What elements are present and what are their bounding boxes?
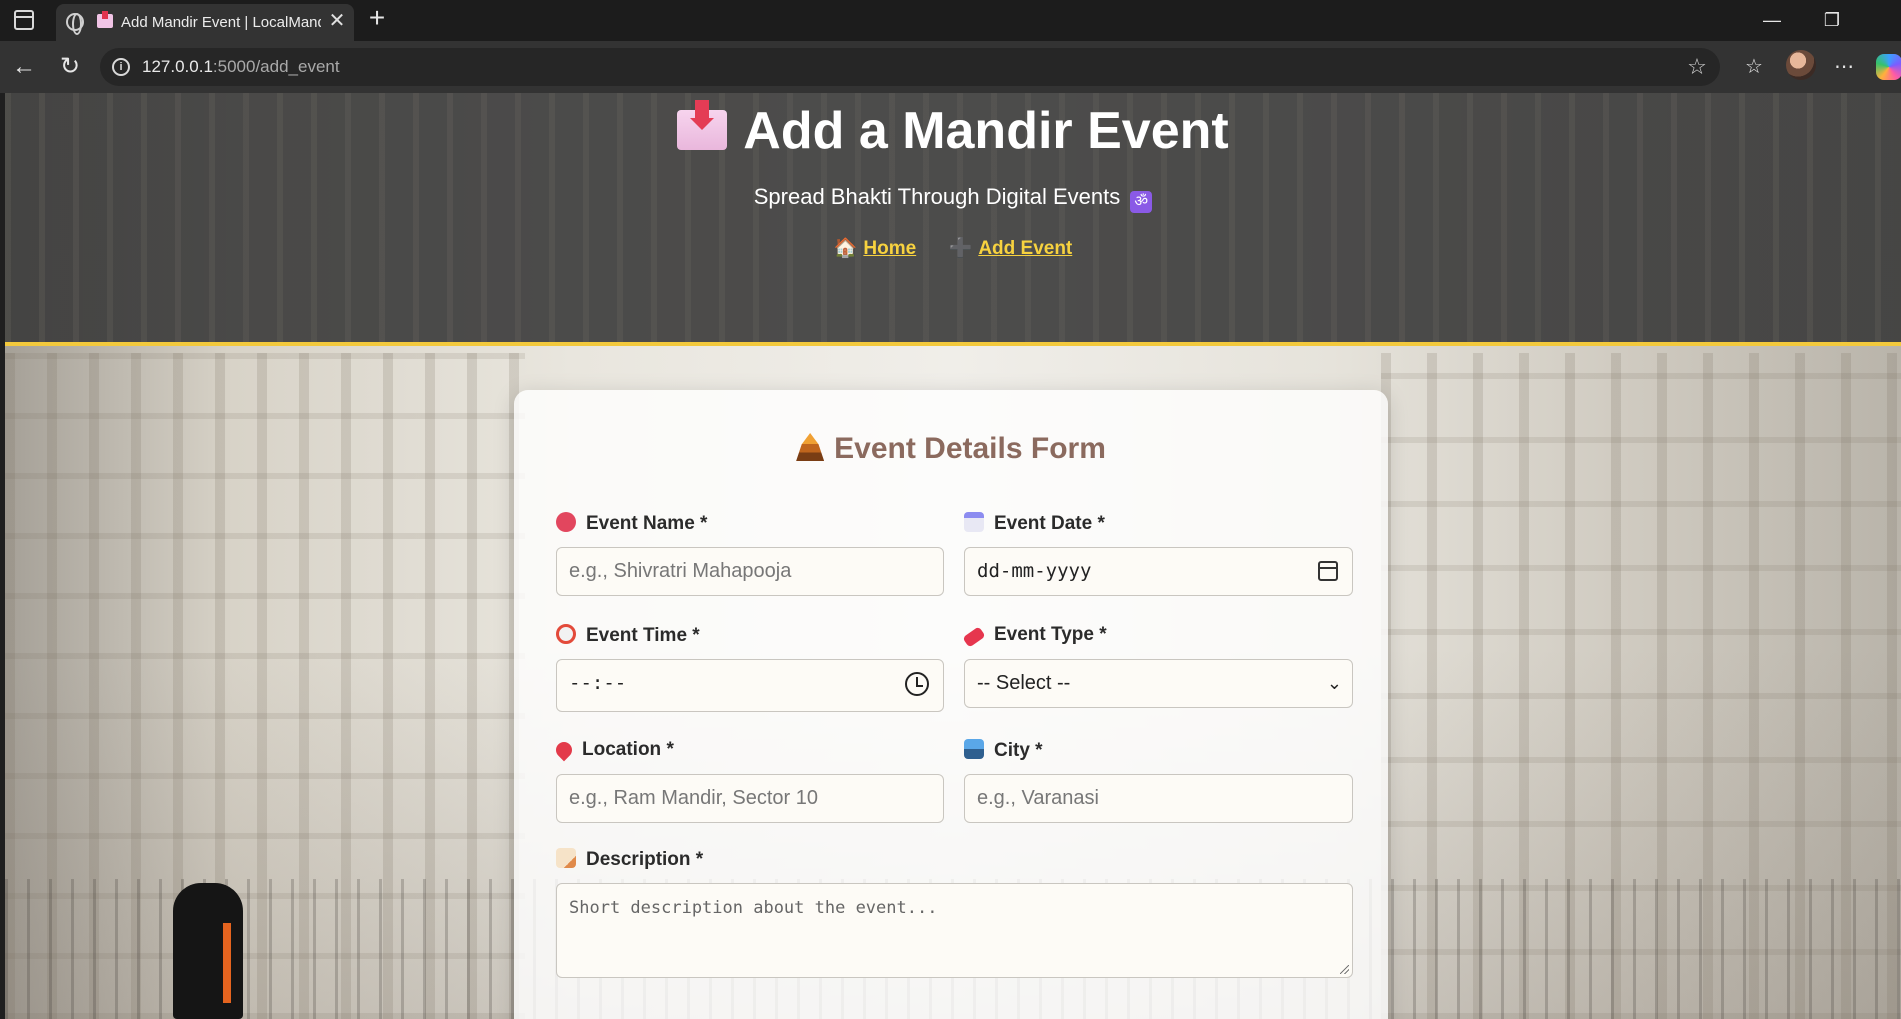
event-type-select[interactable]: -- Select -- ⌄ — [964, 659, 1353, 708]
sidebar-toggle-icon[interactable] — [14, 10, 34, 30]
description-label-text: Description * — [586, 849, 704, 870]
plus-icon: ➕ — [948, 238, 973, 259]
city-label-text: City * — [994, 740, 1043, 761]
browser-tab[interactable]: Add Mandir Event | LocalMandir ✕ — [56, 4, 354, 41]
tab-title: Add Mandir Event | LocalMandir — [121, 14, 321, 31]
url-text[interactable]: 127.0.0.1:5000/add_event — [142, 57, 340, 77]
chevron-down-icon: ⌄ — [1326, 673, 1342, 693]
favicon-icon — [97, 11, 113, 28]
event-date-input[interactable]: dd-mm-yyyy — [964, 547, 1353, 596]
globe-icon — [66, 13, 84, 35]
event-type-label: Event Type * — [962, 624, 1107, 648]
calendar-icon — [964, 512, 984, 532]
page-viewport: Add a Mandir Event Spread Bhakti Through… — [5, 93, 1901, 1019]
star-icon[interactable]: ☆ — [1684, 54, 1710, 80]
event-name-label: Event Name * — [556, 512, 707, 535]
favorites-icon[interactable]: ☆ — [1740, 53, 1768, 81]
city-placeholder: e.g., Varanasi — [977, 787, 1099, 809]
background-person — [173, 883, 243, 1019]
reload-icon[interactable]: ↻ — [56, 53, 84, 81]
temple-icon — [796, 433, 825, 461]
event-name-label-text: Event Name * — [586, 513, 708, 534]
location-label-text: Location * — [582, 739, 674, 760]
close-tab-button[interactable]: ✕ — [326, 10, 348, 32]
address-bar: ← ↻ i 127.0.0.1:5000/add_event ☆ ☆ ⋯ — [0, 41, 1901, 93]
event-date-label: Event Date * — [964, 512, 1105, 535]
minimize-icon[interactable]: — — [1757, 6, 1787, 34]
event-type-value: -- Select -- — [977, 672, 1071, 694]
cityscape-icon — [964, 739, 984, 759]
info-icon[interactable]: i — [112, 58, 130, 76]
url-host: 127.0.0.1 — [142, 57, 213, 76]
more-icon[interactable]: ⋯ — [1830, 53, 1858, 81]
form-title-text: Event Details Form — [834, 432, 1106, 465]
tagline: Spread Bhakti Through Digital Events ॐ — [5, 184, 1901, 213]
home-icon: 🏠 — [833, 238, 858, 259]
memo-icon — [556, 848, 576, 868]
om-icon: ॐ — [1130, 191, 1153, 213]
city-label: City * — [964, 739, 1043, 762]
nav-link-home[interactable]: 🏠 Home — [834, 236, 916, 260]
tagline-text: Spread Bhakti Through Digital Events — [753, 184, 1121, 209]
event-time-label-text: Event Time * — [586, 625, 700, 646]
location-label: Location * — [552, 738, 674, 762]
location-placeholder: e.g., Ram Mandir, Sector 10 — [569, 787, 819, 809]
event-form-card: Event Details Form Event Name * e.g., Sh… — [514, 390, 1388, 1019]
event-time-value: --:-- — [569, 672, 627, 694]
event-date-label-text: Event Date * — [994, 513, 1105, 534]
page-title-text: Add a Mandir Event — [743, 102, 1229, 160]
event-type-label-text: Event Type * — [994, 624, 1107, 645]
nav-link-add-event-label: Add Event — [978, 238, 1073, 259]
nav-link-add-event[interactable]: ➕ Add Event — [949, 236, 1073, 260]
ticket-icon — [962, 626, 986, 648]
location-input[interactable]: e.g., Ram Mandir, Sector 10 — [556, 774, 944, 823]
event-name-placeholder: e.g., Shivratri Mahapooja — [569, 560, 792, 582]
page-title: Add a Mandir Event — [5, 100, 1901, 161]
back-icon[interactable]: ← — [10, 53, 38, 81]
restore-icon[interactable]: ❐ — [1817, 6, 1847, 34]
form-title: Event Details Form — [514, 432, 1388, 466]
main-nav: 🏠 Home ➕ Add Event — [5, 236, 1901, 260]
city-input[interactable]: e.g., Varanasi — [964, 774, 1353, 823]
resize-handle[interactable] — [1340, 965, 1349, 974]
inbox-tray-icon — [677, 100, 728, 150]
description-textarea[interactable]: Short description about the event... — [556, 883, 1353, 978]
event-time-input[interactable]: --:-- — [556, 659, 944, 712]
browser-tab-bar: Add Mandir Event | LocalMandir ✕ + — ❐ — [0, 0, 1901, 41]
url-path: :5000/add_event — [212, 57, 340, 76]
description-placeholder: Short description about the event... — [569, 898, 938, 918]
avatar[interactable] — [1786, 50, 1816, 80]
date-picker-icon[interactable] — [1318, 561, 1338, 581]
alarm-clock-icon — [556, 624, 576, 644]
page-header: Add a Mandir Event Spread Bhakti Through… — [5, 93, 1901, 346]
event-time-label: Event Time * — [556, 624, 700, 647]
pin-icon — [552, 738, 576, 762]
new-tab-button[interactable]: + — [364, 4, 390, 32]
time-picker-icon[interactable] — [905, 672, 929, 696]
event-date-value: dd-mm-yyyy — [977, 560, 1092, 582]
copilot-icon[interactable] — [1876, 54, 1901, 80]
nav-link-home-label: Home — [863, 238, 917, 259]
lips-icon — [556, 512, 576, 532]
event-name-input[interactable]: e.g., Shivratri Mahapooja — [556, 547, 944, 596]
description-label: Description * — [556, 848, 703, 871]
url-field[interactable]: i 127.0.0.1:5000/add_event ☆ — [100, 48, 1720, 86]
